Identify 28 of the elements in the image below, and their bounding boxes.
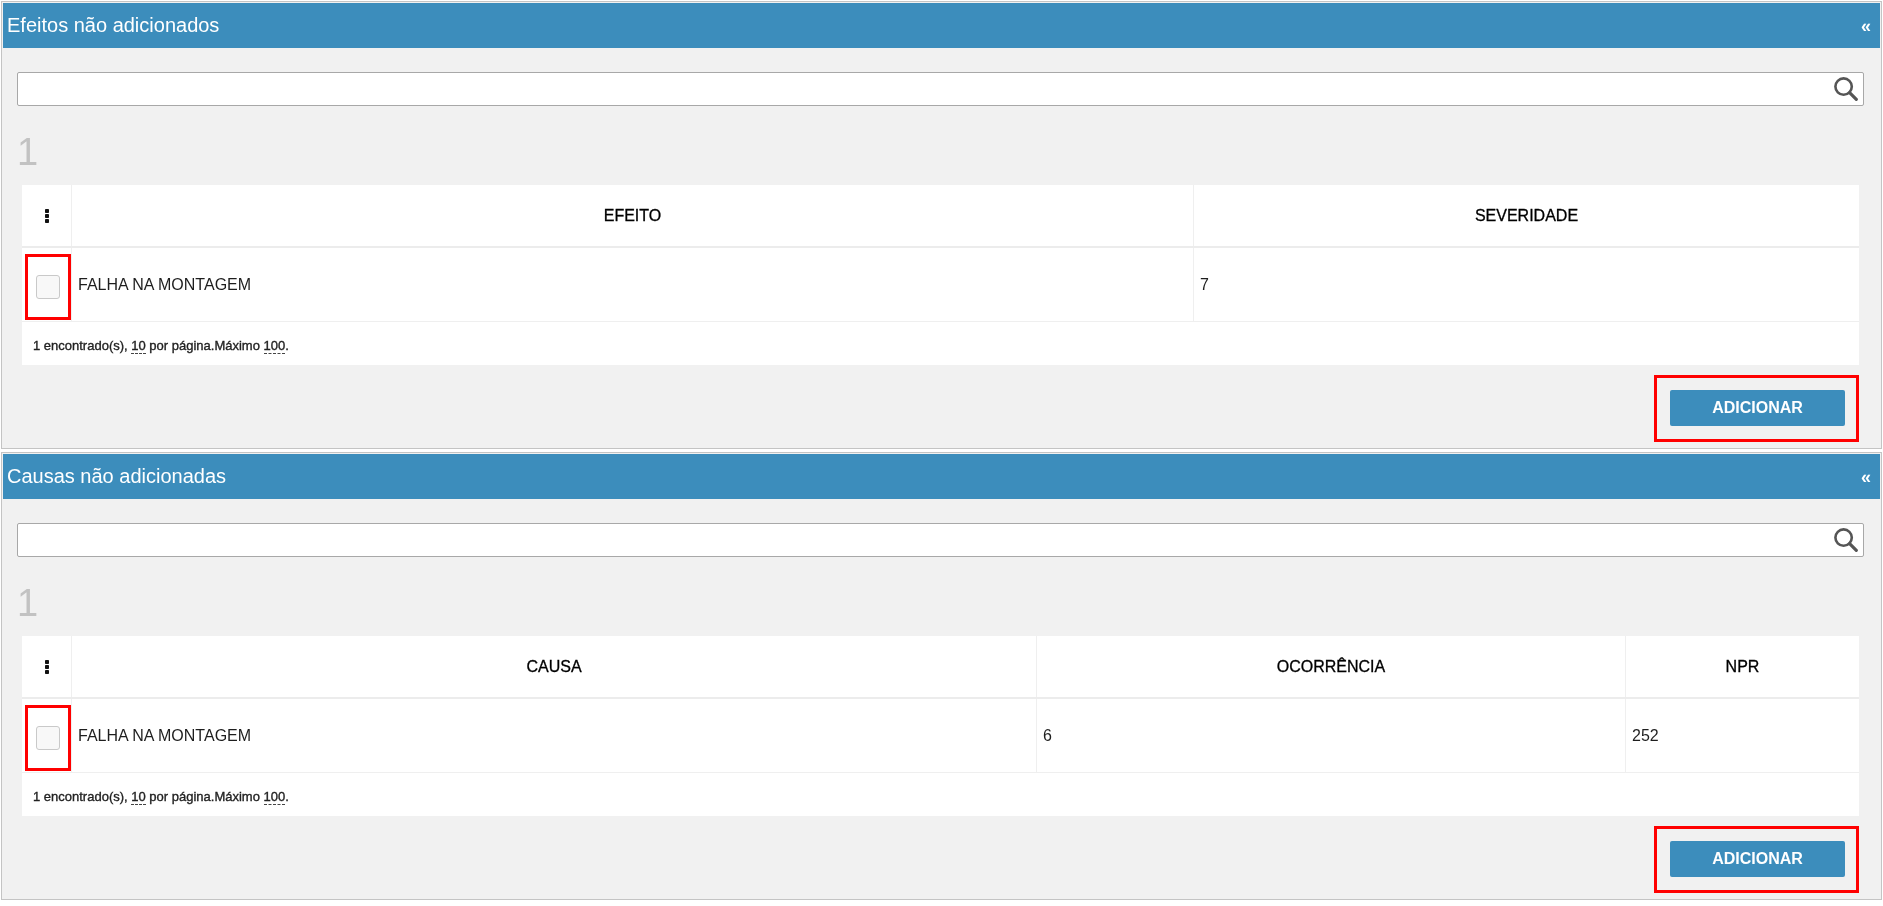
row-checkbox[interactable] <box>36 725 60 750</box>
add-button[interactable]: ADICIONAR <box>1670 390 1845 426</box>
results-summary: 1 encontrado(s), 10 por página.Máximo 100. <box>33 788 289 806</box>
column-header[interactable]: OCORRÊNCIA <box>1037 636 1626 697</box>
search-field[interactable] <box>17 523 1864 557</box>
collapse-button[interactable]: « <box>1861 467 1871 486</box>
column-header[interactable]: CAUSA <box>72 636 1037 697</box>
table-cell: 6 <box>1037 699 1626 772</box>
search-icon[interactable] <box>1834 77 1858 101</box>
table-cell-text: 252 <box>1631 725 1660 746</box>
column-header[interactable]: NPR <box>1626 636 1859 697</box>
kebab-menu-icon[interactable] <box>44 208 49 223</box>
search-icon[interactable] <box>1834 528 1858 552</box>
summary-link[interactable]: 10 <box>131 338 146 355</box>
panel-title: Efeitos não adicionados <box>7 14 221 37</box>
summary-link[interactable]: 10 <box>131 789 146 806</box>
row-checkbox[interactable] <box>36 274 60 299</box>
results-summary: 1 encontrado(s), 10 por página.Máximo 100. <box>33 337 289 355</box>
add-button[interactable]: ADICIONAR <box>1670 841 1845 877</box>
column-header[interactable]: EFEITO <box>72 185 1194 246</box>
column-header[interactable]: SEVERIDADE <box>1194 185 1859 246</box>
table-cell-text: 7 <box>1199 274 1210 295</box>
table-cell: FALHA NA MONTAGEM <box>72 699 1037 772</box>
panel-title: Causas não adicionadas <box>7 465 228 488</box>
kebab-menu-icon[interactable] <box>44 659 49 674</box>
table-cell: FALHA NA MONTAGEM <box>72 248 1194 321</box>
search-field[interactable] <box>17 72 1864 106</box>
collapse-button[interactable]: « <box>1861 16 1871 35</box>
